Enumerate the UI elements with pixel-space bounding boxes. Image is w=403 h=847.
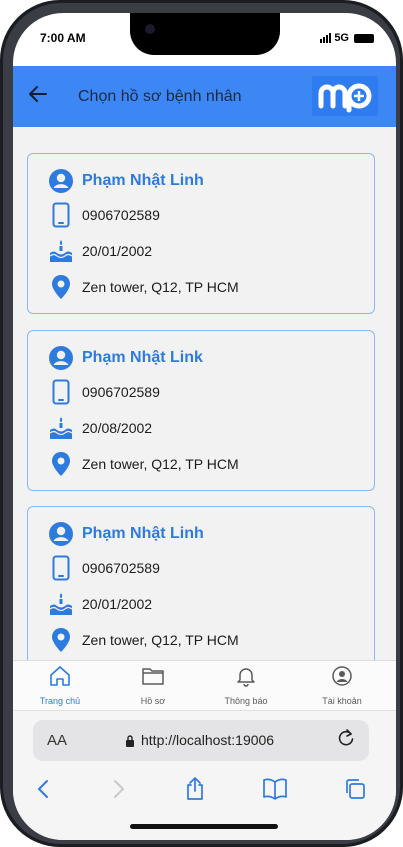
app-header: Chọn hồ sơ bệnh nhân bbox=[13, 66, 396, 127]
tab-account-label: Tài khoản bbox=[322, 696, 362, 706]
patient-address-row: Zen tower, Q12, TP HCM bbox=[48, 274, 239, 300]
folder-icon bbox=[142, 668, 164, 685]
phone-icon bbox=[48, 202, 74, 228]
patient-name: Phạm Nhật Linh bbox=[82, 172, 204, 189]
tabs-icon[interactable] bbox=[337, 771, 373, 807]
patient-card[interactable]: Phạm Nhật Link 0906702589 20/08/2002 Zen to… bbox=[27, 330, 375, 491]
patient-dob: 20/01/2002 bbox=[82, 243, 153, 259]
location-pin-icon bbox=[48, 627, 74, 653]
camera-icon bbox=[145, 24, 155, 34]
patient-phone: 0906702589 bbox=[82, 560, 160, 576]
patient-address-row: Zen tower, Q12, TP HCM bbox=[48, 451, 239, 477]
tab-records[interactable]: Hồ sơ bbox=[113, 665, 193, 706]
status-time: 7:00 AM bbox=[40, 31, 86, 45]
patient-name: Phạm Nhật Linh bbox=[82, 525, 204, 542]
birthday-cake-icon bbox=[48, 591, 74, 617]
forward-icon[interactable] bbox=[101, 771, 137, 807]
patient-card[interactable]: Phạm Nhật Linh 0906702589 20/01/2002 Zen to… bbox=[27, 153, 375, 314]
patient-phone-row: 0906702589 bbox=[48, 379, 160, 405]
status-indicators: 5G bbox=[320, 32, 374, 44]
browser-toolbar: AA http://localhost:19006 bbox=[13, 710, 396, 840]
account-icon bbox=[332, 666, 352, 686]
phone-bezel: 7:00 AM 5G Chọn hồ sơ bệnh nhân Phạm Nhậ… bbox=[3, 3, 400, 844]
patient-phone: 0906702589 bbox=[82, 384, 160, 400]
signal-icon bbox=[320, 33, 332, 43]
patient-card[interactable]: Phạm Nhật Linh 0906702589 20/01/2002 Zen to… bbox=[27, 506, 375, 660]
browser-nav bbox=[13, 771, 396, 807]
patient-name-row: Phạm Nhật Linh bbox=[48, 168, 204, 194]
network-label: 5G bbox=[334, 32, 349, 44]
patient-address-row: Zen tower, Q12, TP HCM bbox=[48, 627, 239, 653]
phone-icon bbox=[48, 379, 74, 405]
patient-dob-row: 20/01/2002 bbox=[48, 238, 152, 264]
tab-home-label: Trang chủ bbox=[39, 696, 81, 706]
share-icon[interactable] bbox=[177, 771, 213, 807]
patient-dob-row: 20/08/2002 bbox=[48, 415, 152, 441]
birthday-cake-icon bbox=[48, 415, 74, 441]
phone-frame: 7:00 AM 5G Chọn hồ sơ bệnh nhân Phạm Nhậ… bbox=[0, 0, 403, 847]
user-icon bbox=[48, 168, 74, 194]
phone-icon bbox=[48, 555, 74, 581]
bookmarks-icon[interactable] bbox=[257, 771, 293, 807]
url-text: http://localhost:19006 bbox=[141, 732, 275, 748]
patient-address: Zen tower, Q12, TP HCM bbox=[82, 632, 239, 648]
page-title: Chọn hồ sơ bệnh nhân bbox=[78, 88, 242, 105]
birthday-cake-icon bbox=[48, 238, 74, 264]
app-logo bbox=[312, 76, 378, 116]
url-bar[interactable]: AA http://localhost:19006 bbox=[33, 720, 369, 761]
screen: 7:00 AM 5G Chọn hồ sơ bệnh nhân Phạm Nhậ… bbox=[13, 13, 396, 840]
bell-icon bbox=[237, 668, 255, 687]
location-pin-icon bbox=[48, 274, 74, 300]
user-icon bbox=[48, 521, 74, 547]
patient-list: Phạm Nhật Linh 0906702589 20/01/2002 Zen to… bbox=[13, 127, 396, 660]
home-indicator bbox=[130, 824, 278, 829]
reload-icon[interactable] bbox=[337, 728, 355, 753]
tab-records-label: Hồ sơ bbox=[140, 696, 166, 706]
patient-dob: 20/01/2002 bbox=[82, 596, 153, 612]
tab-notifications-label: Thông báo bbox=[224, 696, 268, 706]
home-icon bbox=[50, 666, 70, 686]
patient-dob: 20/08/2002 bbox=[82, 420, 153, 436]
patient-name-row: Phạm Nhật Linh bbox=[48, 521, 204, 547]
tab-account[interactable]: Tài khoản bbox=[302, 665, 382, 706]
back-icon[interactable] bbox=[25, 771, 61, 807]
reader-text-size-button[interactable]: AA bbox=[47, 732, 67, 749]
lock-icon bbox=[125, 734, 135, 752]
back-arrow-icon[interactable] bbox=[27, 83, 49, 105]
patient-address: Zen tower, Q12, TP HCM bbox=[82, 279, 239, 295]
notch bbox=[130, 13, 280, 55]
tab-home[interactable]: Trang chủ bbox=[20, 665, 100, 706]
user-icon bbox=[48, 345, 74, 371]
bottom-tabbar: Trang chủ Hồ sơ Thông báo Tài khoản bbox=[13, 660, 396, 710]
patient-phone-row: 0906702589 bbox=[48, 202, 160, 228]
patient-address: Zen tower, Q12, TP HCM bbox=[82, 456, 239, 472]
patient-dob-row: 20/01/2002 bbox=[48, 591, 152, 617]
patient-phone-row: 0906702589 bbox=[48, 555, 160, 581]
tab-notifications[interactable]: Thông báo bbox=[206, 665, 286, 706]
patient-name-row: Phạm Nhật Link bbox=[48, 345, 203, 371]
location-pin-icon bbox=[48, 451, 74, 477]
patient-phone: 0906702589 bbox=[82, 207, 160, 223]
patient-name: Phạm Nhật Link bbox=[82, 349, 203, 366]
battery-icon bbox=[354, 33, 374, 43]
